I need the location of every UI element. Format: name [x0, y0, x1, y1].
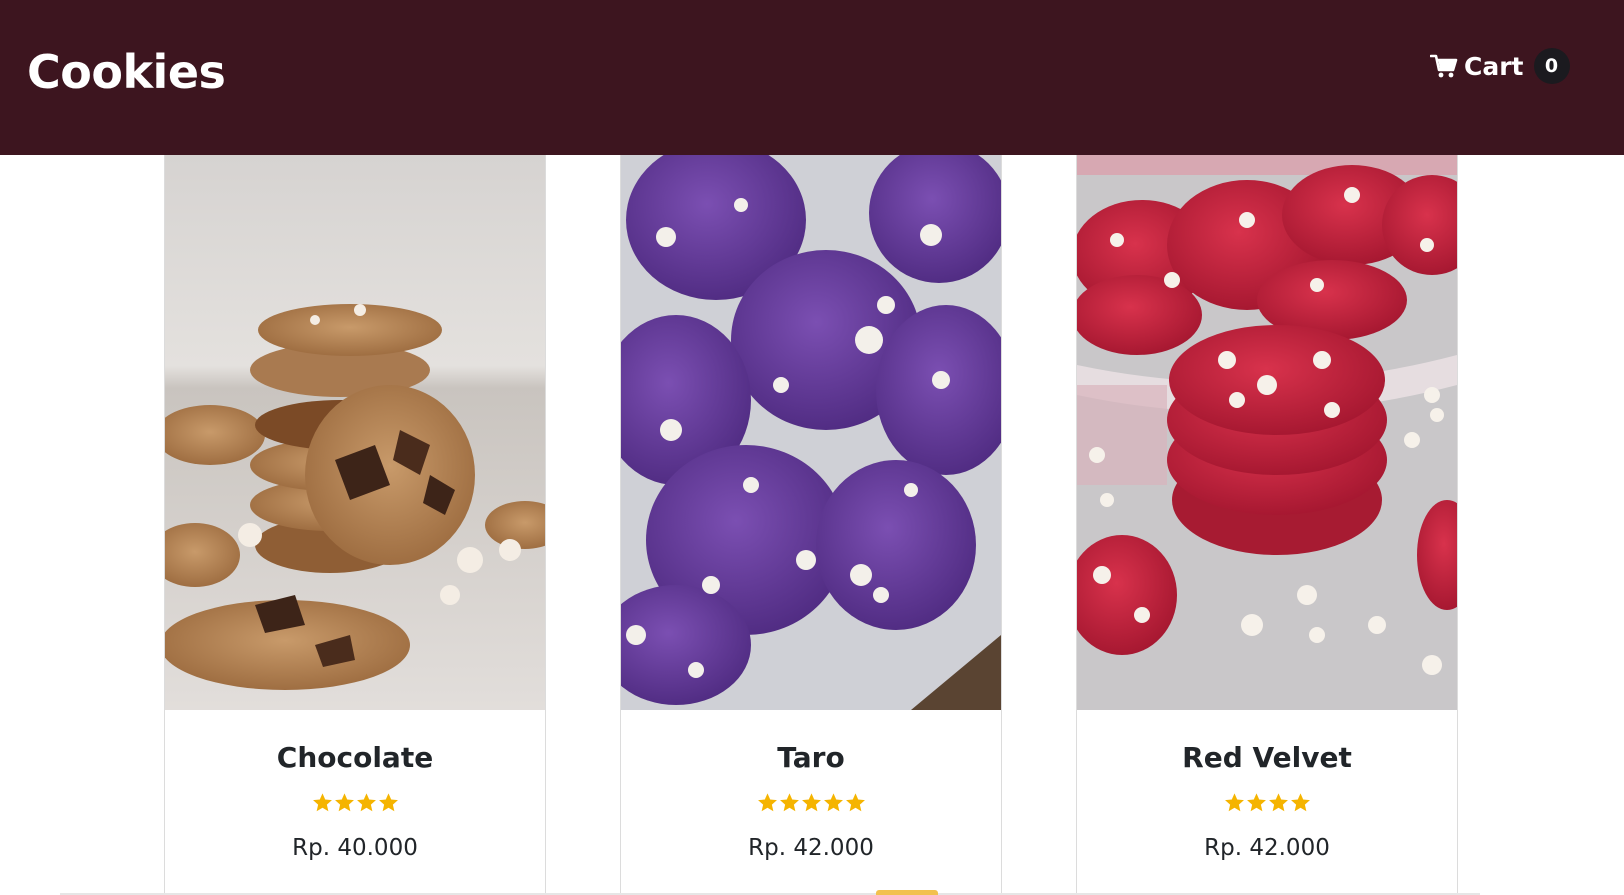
shopping-cart-icon: [1430, 54, 1458, 78]
product-card[interactable]: Red Velvet Rp. 42.000: [1076, 155, 1458, 895]
product-image[interactable]: [165, 155, 545, 710]
product-name: Red Velvet: [1182, 741, 1352, 774]
star-icon: [779, 793, 799, 812]
cart-label: Cart: [1464, 51, 1524, 81]
product-price: Rp. 42.000: [748, 835, 874, 861]
chocolate-cookies-photo: [165, 155, 545, 710]
product-price: Rp. 40.000: [292, 835, 418, 861]
star-icon: [1224, 793, 1244, 812]
product-name: Chocolate: [276, 741, 434, 774]
star-icon: [1246, 793, 1266, 812]
product-card[interactable]: Chocolate Rp. 40.000: [164, 155, 546, 895]
star-icon: [312, 793, 332, 812]
star-icon: [845, 793, 865, 812]
product-image[interactable]: [1077, 155, 1457, 710]
red-velvet-cookies-photo: [1077, 155, 1457, 710]
star-icon: [823, 793, 843, 812]
rating-stars: [621, 792, 1001, 813]
product-card[interactable]: Taro Rp. 42.000: [620, 155, 1002, 895]
star-icon: [801, 793, 821, 812]
brand-title[interactable]: Cookies: [27, 42, 226, 102]
star-icon: [334, 793, 354, 812]
star-icon: [356, 793, 376, 812]
star-icon: [1290, 793, 1310, 812]
product-name: Taro: [777, 741, 845, 774]
star-icon: [1268, 793, 1288, 812]
star-icon: [757, 793, 777, 812]
cart-count-badge: 0: [1533, 48, 1570, 84]
rating-stars: [1077, 792, 1457, 813]
product-image[interactable]: [621, 155, 1001, 710]
rating-stars: [165, 792, 545, 813]
navbar: Cookies Cart 0: [0, 0, 1624, 155]
taro-cookies-photo: [621, 155, 1001, 710]
product-price: Rp. 42.000: [1204, 835, 1330, 861]
cart-button[interactable]: Cart 0: [1430, 46, 1570, 86]
button-edge[interactable]: [876, 890, 938, 895]
star-icon: [378, 793, 398, 812]
